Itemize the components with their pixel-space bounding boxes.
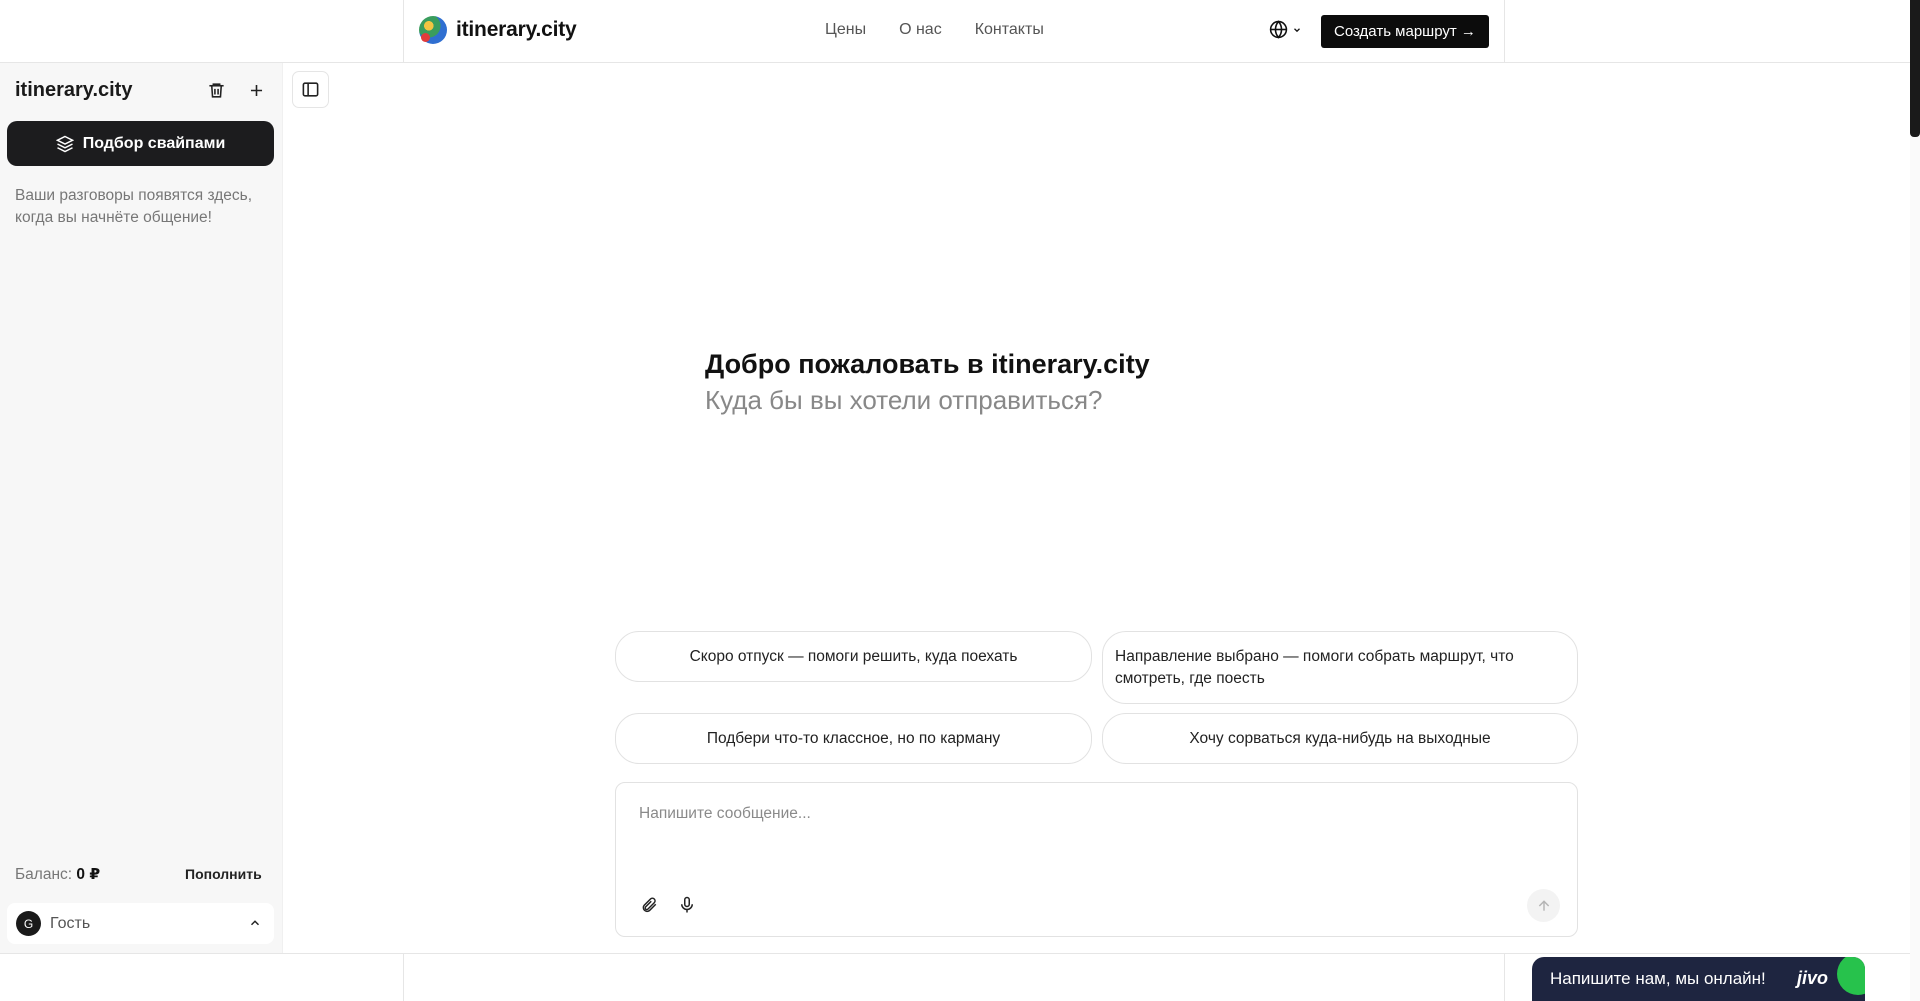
language-selector[interactable] xyxy=(1269,20,1302,39)
nav-prices[interactable]: Цены xyxy=(825,21,866,39)
online-status-dot xyxy=(1837,957,1865,995)
globe-logo-icon xyxy=(419,16,447,44)
sidebar-title: itinerary.city xyxy=(15,79,133,101)
welcome-subtitle: Куда бы вы хотели отправиться? xyxy=(705,385,1103,415)
swipe-selection-button[interactable]: Подбор свайпами xyxy=(7,121,274,166)
header-divider-left xyxy=(403,0,404,63)
chevron-down-icon xyxy=(1294,27,1300,32)
balance: Баланс: 0 ₽ xyxy=(15,865,100,884)
footer-divider-right xyxy=(1504,954,1505,1001)
microphone-icon xyxy=(681,896,693,913)
nav-about[interactable]: О нас xyxy=(899,21,942,39)
trash-icon xyxy=(208,82,224,98)
brand-name: itinerary.city xyxy=(456,18,577,41)
new-chat-button[interactable] xyxy=(243,77,269,103)
user-name: Гость xyxy=(50,914,91,932)
user-menu[interactable]: G Гость xyxy=(7,903,274,944)
topup-button[interactable]: Пополнить xyxy=(185,866,262,882)
page-scrollbar[interactable] xyxy=(1910,0,1920,1001)
sidebar-toggle-icon xyxy=(302,82,319,97)
swipe-selection-label: Подбор свайпами xyxy=(82,134,226,152)
message-composer xyxy=(615,782,1578,937)
paperclip-icon xyxy=(642,897,657,913)
main-nav: Цены О нас Контакты xyxy=(825,21,1044,39)
sidebar: itinerary.city Подбор свайпами Ваши разг… xyxy=(0,63,283,953)
arrow-up-icon xyxy=(1538,899,1549,911)
delete-chats-button[interactable] xyxy=(203,77,229,103)
chevron-up-icon xyxy=(250,920,260,926)
globe-icon xyxy=(1269,20,1288,39)
welcome-title: Добро пожаловать в itinerary.city xyxy=(705,349,1150,379)
send-button[interactable] xyxy=(1527,889,1560,922)
chat-widget-logo: jivo xyxy=(1797,968,1829,988)
balance-value: 0 ₽ xyxy=(76,866,101,883)
scrollbar-thumb[interactable] xyxy=(1910,0,1920,137)
balance-label: Баланс: xyxy=(15,866,73,883)
top-header: itinerary.city Цены О нас Контакты Созда… xyxy=(0,0,1920,63)
empty-conversations-text: Ваши разговоры появятся здесь, когда вы … xyxy=(15,187,253,226)
suggestion-route[interactable]: Направление выбрано — помоги собрать мар… xyxy=(1102,631,1578,704)
nav-contacts[interactable]: Контакты xyxy=(975,21,1044,39)
footer-divider-left xyxy=(403,954,404,1001)
header-divider-right xyxy=(1504,0,1505,63)
sidebar-toggle-button[interactable] xyxy=(292,71,329,108)
live-chat-widget[interactable]: Напишите нам, мы онлайн! jivo xyxy=(1532,957,1865,1001)
voice-input-button[interactable] xyxy=(676,894,698,916)
layers-icon xyxy=(55,135,74,152)
suggestion-weekend[interactable]: Хочу сорваться куда-нибудь на выходные xyxy=(1102,713,1578,764)
brand-link[interactable]: itinerary.city xyxy=(419,16,577,44)
avatar: G xyxy=(16,911,41,936)
message-input[interactable] xyxy=(639,805,1519,823)
suggestion-budget[interactable]: Подбери что-то классное, но по карману xyxy=(615,713,1092,764)
create-route-button[interactable]: Создать маршрут → xyxy=(1321,15,1489,48)
plus-icon xyxy=(250,84,262,96)
attach-button[interactable] xyxy=(638,894,660,916)
chat-widget-text: Напишите нам, мы онлайн! xyxy=(1550,969,1766,988)
suggestion-vacation[interactable]: Скоро отпуск — помоги решить, куда поеха… xyxy=(615,631,1092,682)
